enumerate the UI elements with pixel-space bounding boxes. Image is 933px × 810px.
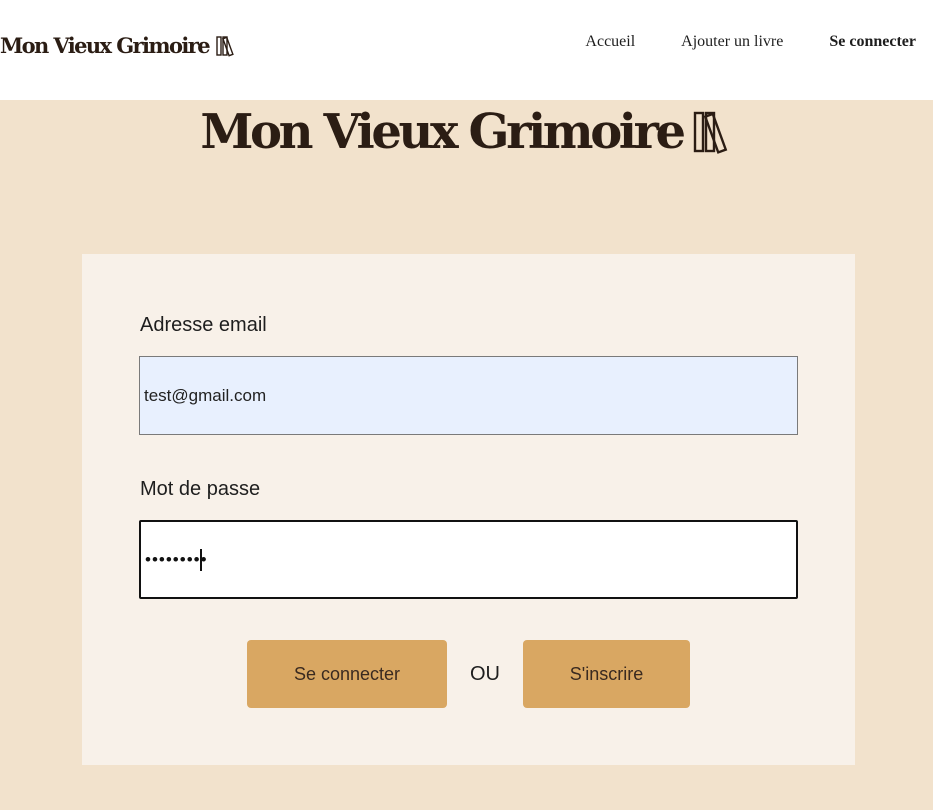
books-icon (693, 109, 733, 155)
email-label: Adresse email (140, 314, 267, 336)
nav-home[interactable]: Accueil (585, 33, 635, 51)
signup-button[interactable]: S'inscrire (523, 640, 690, 708)
nav-add-book[interactable]: Ajouter un livre (681, 33, 783, 51)
logo[interactable]: Mon Vieux Grimoire (0, 33, 236, 58)
hero-title: Mon Vieux Grimoire (200, 104, 686, 160)
nav-login[interactable]: Se connecter (829, 33, 916, 51)
password-label: Mot de passe (140, 478, 261, 500)
main-nav: Accueil Ajouter un livre Se connecter (585, 33, 916, 51)
login-card: Adresse email Mot de passe Se connecter … (82, 254, 855, 765)
logo-text: Mon Vieux Grimoire (0, 33, 211, 58)
hero-logo: Mon Vieux Grimoire (0, 104, 933, 160)
login-button[interactable]: Se connecter (247, 640, 447, 708)
or-separator: OU (470, 663, 500, 685)
books-icon (216, 35, 236, 57)
password-field[interactable] (139, 520, 798, 599)
email-field[interactable] (139, 356, 798, 435)
text-caret (200, 549, 202, 571)
top-bar: Mon Vieux Grimoire Accueil Ajouter un li… (0, 0, 933, 100)
